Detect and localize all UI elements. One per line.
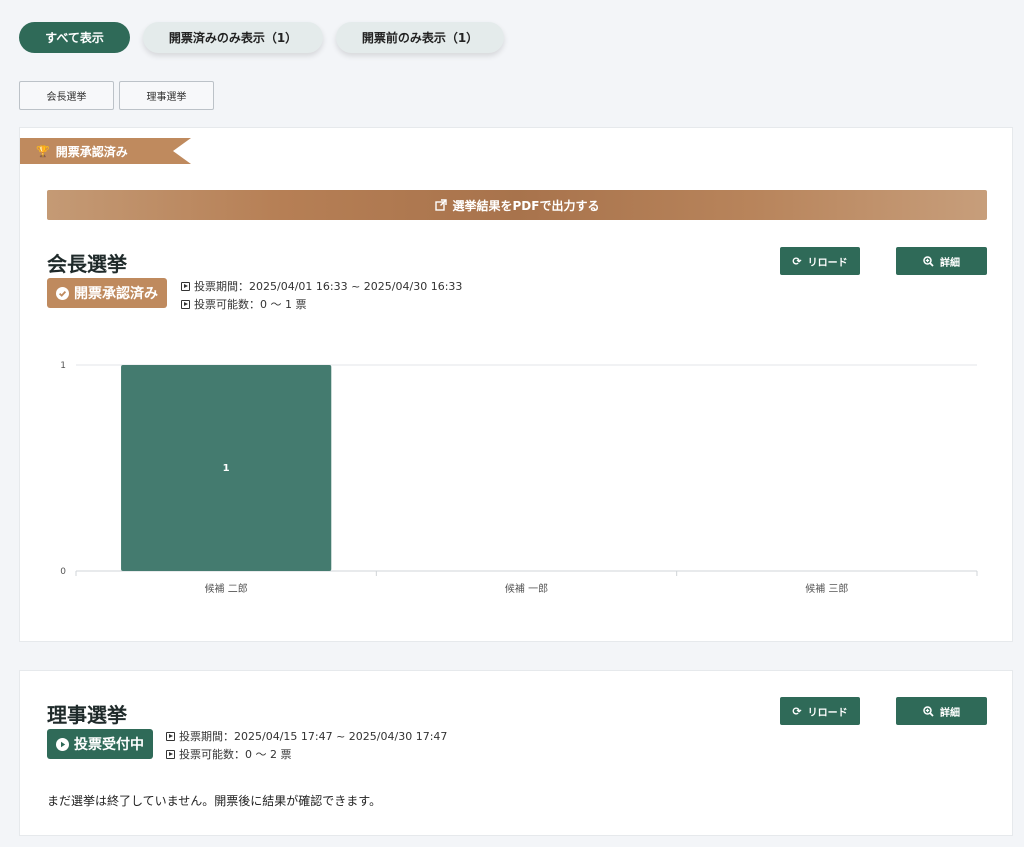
y-tick-label: 1 <box>60 361 66 371</box>
vote-count: 投票可能数：0 〜 2 票 <box>166 746 292 762</box>
not-finished-message: まだ選挙は終了していません。開票後に結果が確認できます。 <box>47 794 382 808</box>
detail-button[interactable]: 詳細 <box>896 697 987 725</box>
refresh-icon: ⟳ <box>792 704 802 718</box>
filter-all-button[interactable]: すべて表示 <box>19 22 130 53</box>
play-circle-icon <box>56 737 69 751</box>
reload-button[interactable]: ⟳ リロード <box>780 697 860 725</box>
vote-count-text: 投票可能数：0 〜 2 票 <box>179 748 292 761</box>
election-card-director: 理事選挙 投票受付中 投票期間：2025/04/15 17:47 ~ 2025/… <box>19 670 1013 836</box>
filter-before-button[interactable]: 開票前のみ表示（1） <box>336 22 504 53</box>
reload-label: リロード <box>807 707 848 719</box>
election-link-president[interactable]: 会長選挙 <box>19 81 114 110</box>
status-badge: 投票受付中 <box>47 729 153 759</box>
status-label: 投票受付中 <box>74 737 144 753</box>
results-chart: 0 1 1 候補 二郎 候補 一郎 候補 三郎 <box>60 361 978 595</box>
detail-label: 詳細 <box>940 707 960 719</box>
filter-counted-button[interactable]: 開票済みのみ表示（1） <box>143 22 323 53</box>
voting-period: 投票期間：2025/04/15 17:47 ~ 2025/04/30 17:47 <box>166 728 447 744</box>
x-category-label: 候補 一郎 <box>505 582 548 595</box>
election-link-director[interactable]: 理事選挙 <box>119 81 214 110</box>
x-category-label: 候補 二郎 <box>205 582 248 595</box>
voting-period-text: 投票期間：2025/04/15 17:47 ~ 2025/04/30 17:47 <box>179 730 448 743</box>
election-title: 理事選挙 <box>47 703 127 727</box>
election-card-president: 🏆 開票承認済み 選挙結果をPDFで出力する 会長選挙 開票承認済み 投票期間：… <box>19 127 1013 642</box>
x-category-label: 候補 三郎 <box>805 582 848 595</box>
bar-data-label: 1 <box>223 463 230 474</box>
zoom-in-icon <box>923 705 934 717</box>
play-square-icon <box>166 749 175 759</box>
play-square-icon <box>166 731 175 741</box>
y-tick-label: 0 <box>60 567 66 577</box>
